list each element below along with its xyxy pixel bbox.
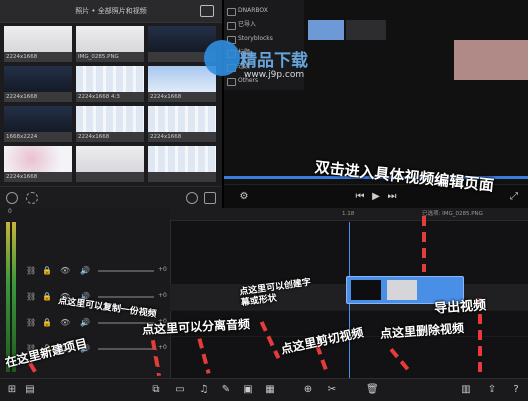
- photo-thumbnail[interactable]: 2224x1668: [148, 106, 216, 142]
- thumbnail-caption: 2224x1668: [6, 54, 38, 60]
- lock-icon[interactable]: 🔒: [42, 318, 52, 327]
- projects-icon[interactable]: ▤: [24, 384, 36, 396]
- thumbnail-image: [4, 66, 72, 92]
- annotation-export: 导出视频: [433, 298, 487, 317]
- link-icon[interactable]: ⛓: [26, 292, 36, 301]
- volume-slider[interactable]: [98, 348, 154, 350]
- thumbnail-image: [76, 26, 144, 52]
- thumbnail-image: [148, 146, 216, 172]
- photo-thumbnail[interactable]: 2224x1668: [148, 66, 216, 102]
- thumbnail-image: [148, 106, 216, 132]
- pen-icon[interactable]: ✎: [220, 384, 232, 396]
- level-label: +0: [158, 344, 167, 351]
- new-project-icon[interactable]: ⊞: [6, 384, 18, 396]
- fullscreen-icon[interactable]: ⤢: [508, 191, 520, 203]
- photo-thumbnail[interactable]: 2224x1668: [4, 146, 72, 182]
- thumbnail-caption: 2224x1668: [6, 94, 38, 100]
- lock-icon[interactable]: 🔒: [42, 292, 52, 301]
- title-icon[interactable]: ▦: [264, 384, 276, 396]
- annotation-arrow: [422, 216, 426, 272]
- watermark-logo-text: 精品下载: [240, 51, 308, 71]
- volume-slider[interactable]: [98, 270, 154, 272]
- freeze-frame-icon[interactable]: ▭: [174, 384, 186, 396]
- link-icon[interactable]: ⛓: [26, 266, 36, 275]
- lock-icon[interactable]: 🔒: [42, 266, 52, 275]
- photo-thumbnail[interactable]: 2224x1668 4:3: [76, 66, 144, 102]
- audio-meter: [6, 222, 10, 372]
- thumbnail-caption: 1668x2224: [6, 134, 38, 140]
- library-item[interactable]: DNARBOX: [224, 4, 268, 18]
- volume-slider[interactable]: [98, 296, 154, 298]
- thumbnail-caption: 2224x1668: [150, 94, 182, 100]
- bottom-toolbar: ⊞ ▤ ⧉ ▭ ♫ ✎ ▣ ▦ ⊕ ✂ 🗑 ▥ ⇪ ?: [0, 378, 528, 401]
- preview-image: [454, 40, 528, 80]
- thumbnail-caption: 2224x1668: [6, 174, 38, 180]
- thumbnail-image: [4, 26, 72, 52]
- detach-audio-icon[interactable]: ♫: [198, 384, 210, 396]
- eye-icon[interactable]: 👁: [60, 266, 70, 275]
- browser-toolbar: [0, 186, 222, 209]
- clip-frame: [387, 280, 417, 300]
- photo-thumbnail[interactable]: 2224x1668: [4, 66, 72, 102]
- watermark-url: www.j9p.com: [244, 70, 305, 80]
- gear-icon[interactable]: ⚙: [238, 191, 250, 203]
- ruler-mark: 1.18: [342, 211, 355, 217]
- media-browser: 照片 • 全部照片和视频 2224x1668 IMG_0285.PNG 2224x1…: [0, 0, 222, 209]
- import-button[interactable]: [200, 5, 214, 17]
- scissors-icon[interactable]: ✂: [326, 384, 338, 396]
- browser-header: 照片 • 全部照片和视频: [0, 0, 222, 23]
- photo-thumbnail[interactable]: 2224x1668: [4, 26, 72, 62]
- photo-thumbnail[interactable]: [76, 146, 144, 182]
- thumbnail-image: [76, 146, 144, 172]
- photo-thumbnail[interactable]: IMG_0285.PNG: [76, 26, 144, 62]
- thumbnail-image: [4, 146, 72, 172]
- preview-clip-thumb: [346, 20, 386, 40]
- settings-icon[interactable]: [26, 192, 38, 204]
- speaker-icon[interactable]: 🔊: [80, 318, 90, 327]
- add-icon[interactable]: ⊕: [302, 384, 314, 396]
- export-icon[interactable]: ⇪: [486, 384, 498, 396]
- layout-icon[interactable]: ▥: [460, 384, 472, 396]
- thumbnail-caption: 2224x1668 4:3: [78, 94, 120, 100]
- thumbnail-image: [148, 66, 216, 92]
- eye-icon[interactable]: 👁: [60, 318, 70, 327]
- watermark-logo-icon: [204, 40, 240, 76]
- timeline-ruler[interactable]: 1.18 已选项: IMG_0285.PNG: [170, 208, 528, 221]
- play-icon[interactable]: ▶: [370, 191, 382, 203]
- photo-thumbnail[interactable]: [148, 146, 216, 182]
- photo-thumbnail[interactable]: 1668x2224: [4, 106, 72, 142]
- photo-thumbnail[interactable]: 2224x1668: [76, 106, 144, 142]
- thumbnail-caption: 2224x1668: [150, 134, 182, 140]
- checkmark-icon[interactable]: [6, 192, 18, 204]
- speaker-icon[interactable]: 🔊: [80, 266, 90, 275]
- thumbnail-caption: 2224x1668: [78, 134, 110, 140]
- library-item[interactable]: 已导入: [224, 18, 256, 32]
- forward-icon[interactable]: ⏭: [386, 191, 398, 203]
- duplicate-icon[interactable]: ⧉: [150, 384, 162, 396]
- screenshot-icon[interactable]: ▣: [242, 384, 254, 396]
- thumbnail-image: [4, 106, 72, 132]
- project-label: 已选项: IMG_0285.PNG: [422, 211, 483, 217]
- thumbnail-image: [76, 66, 144, 92]
- search-icon[interactable]: [186, 192, 198, 204]
- thumbnail-caption: IMG_0285.PNG: [78, 54, 119, 60]
- level-label: +0: [158, 292, 167, 299]
- preview-clip-thumb: [308, 20, 344, 40]
- rewind-icon[interactable]: ⏮: [354, 191, 366, 203]
- browser-title[interactable]: 照片 • 全部照片和视频: [0, 0, 222, 22]
- level-label: +0: [158, 266, 167, 273]
- link-icon[interactable]: ⛓: [26, 318, 36, 327]
- audio-meter: [12, 222, 16, 372]
- thumbnail-image: [76, 106, 144, 132]
- grid-view-icon[interactable]: [204, 192, 216, 204]
- trash-icon[interactable]: 🗑: [366, 384, 379, 396]
- clip-frame: [351, 280, 381, 300]
- help-icon[interactable]: ?: [510, 384, 522, 396]
- meter-label: 0: [8, 208, 12, 215]
